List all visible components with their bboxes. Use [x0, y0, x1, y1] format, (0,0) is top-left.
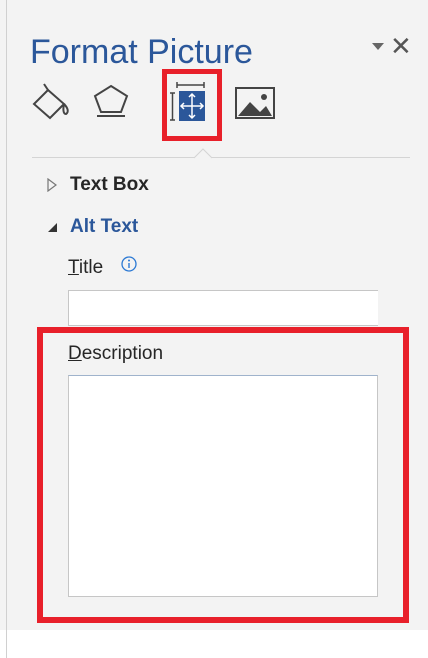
task-pane-options-icon[interactable]	[372, 43, 384, 50]
picture-icon	[235, 87, 275, 119]
format-picture-pane: Format Picture ✕ Text Box Alt Text Title…	[0, 0, 428, 658]
tab-divider	[32, 157, 410, 158]
collapse-down-icon	[48, 223, 57, 232]
title-label: Title	[68, 257, 104, 278]
pane-border	[6, 0, 7, 658]
tab-highlight-box	[162, 69, 222, 141]
pentagon-icon	[93, 84, 129, 117]
tab-picture[interactable]	[234, 78, 282, 140]
pane-bottom-area	[0, 630, 428, 658]
alt-text-title-input[interactable]	[68, 290, 378, 326]
section-text-box-label: Text Box	[70, 174, 149, 195]
close-icon[interactable]: ✕	[390, 32, 412, 60]
description-highlight-box	[37, 327, 409, 623]
expand-right-icon	[47, 178, 57, 192]
info-icon[interactable]	[120, 255, 138, 273]
tab-fill-line[interactable]	[30, 78, 78, 140]
pane-title: Format Picture	[30, 33, 253, 71]
selected-tab-caret-icon	[194, 148, 212, 159]
section-alt-text-label: Alt Text	[70, 216, 139, 237]
paint-bucket-icon	[32, 83, 69, 120]
tab-effects[interactable]	[91, 78, 139, 140]
